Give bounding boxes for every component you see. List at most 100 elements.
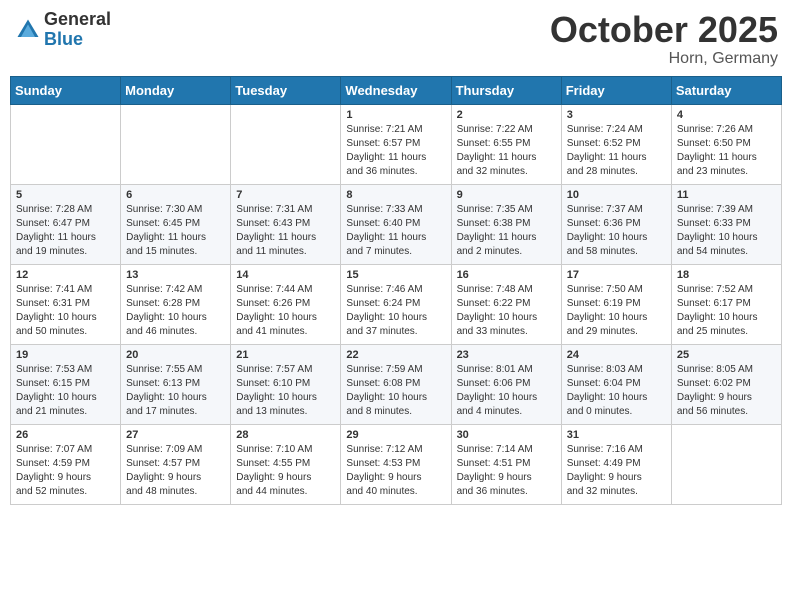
calendar-body: 1 Sunrise: 7:21 AM Sunset: 6:57 PM Daylig…: [11, 104, 782, 504]
day-number: 2: [457, 109, 556, 121]
calendar-cell: 27 Sunrise: 7:09 AM Sunset: 4:57 PM Dayli…: [121, 424, 231, 504]
logo-general-text: General: [44, 10, 111, 30]
logo: General Blue: [14, 10, 111, 50]
day-info: Sunrise: 7:37 AM Sunset: 6:36 PM Dayligh…: [567, 203, 666, 259]
day-info: Sunrise: 7:35 AM Sunset: 6:38 PM Dayligh…: [457, 203, 556, 259]
day-info: Sunrise: 8:03 AM Sunset: 6:04 PM Dayligh…: [567, 363, 666, 419]
calendar-header-wednesday: Wednesday: [341, 76, 451, 104]
calendar-cell: 24 Sunrise: 8:03 AM Sunset: 6:04 PM Dayli…: [561, 344, 671, 424]
day-number: 21: [236, 349, 335, 361]
calendar-week-row: 1 Sunrise: 7:21 AM Sunset: 6:57 PM Daylig…: [11, 104, 782, 184]
day-number: 6: [126, 189, 225, 201]
day-info: Sunrise: 7:33 AM Sunset: 6:40 PM Dayligh…: [346, 203, 445, 259]
calendar-header-friday: Friday: [561, 76, 671, 104]
logo-blue-text: Blue: [44, 30, 111, 50]
day-info: Sunrise: 7:44 AM Sunset: 6:26 PM Dayligh…: [236, 283, 335, 339]
day-number: 3: [567, 109, 666, 121]
day-number: 15: [346, 269, 445, 281]
day-number: 12: [16, 269, 115, 281]
day-info: Sunrise: 7:46 AM Sunset: 6:24 PM Dayligh…: [346, 283, 445, 339]
day-info: Sunrise: 8:01 AM Sunset: 6:06 PM Dayligh…: [457, 363, 556, 419]
calendar-cell: 5 Sunrise: 7:28 AM Sunset: 6:47 PM Daylig…: [11, 184, 121, 264]
calendar-cell: 7 Sunrise: 7:31 AM Sunset: 6:43 PM Daylig…: [231, 184, 341, 264]
calendar-header-saturday: Saturday: [671, 76, 781, 104]
calendar-cell: 18 Sunrise: 7:52 AM Sunset: 6:17 PM Dayli…: [671, 264, 781, 344]
day-info: Sunrise: 7:10 AM Sunset: 4:55 PM Dayligh…: [236, 443, 335, 499]
day-info: Sunrise: 7:42 AM Sunset: 6:28 PM Dayligh…: [126, 283, 225, 339]
day-number: 24: [567, 349, 666, 361]
day-info: Sunrise: 7:48 AM Sunset: 6:22 PM Dayligh…: [457, 283, 556, 339]
calendar-cell: 19Sunrise: 7:53 AM Sunset: 6:15 PM Dayli…: [11, 344, 121, 424]
calendar-cell: [11, 104, 121, 184]
calendar-cell: 31 Sunrise: 7:16 AM Sunset: 4:49 PM Dayli…: [561, 424, 671, 504]
calendar-week-row: 26 Sunrise: 7:07 AM Sunset: 4:59 PM Dayli…: [11, 424, 782, 504]
day-info: Sunrise: 7:12 AM Sunset: 4:53 PM Dayligh…: [346, 443, 445, 499]
calendar-cell: 25 Sunrise: 8:05 AM Sunset: 6:02 PM Dayli…: [671, 344, 781, 424]
calendar-cell: 20Sunrise: 7:55 AM Sunset: 6:13 PM Dayli…: [121, 344, 231, 424]
day-info: Sunrise: 7:39 AM Sunset: 6:33 PM Dayligh…: [677, 203, 776, 259]
calendar-cell: [121, 104, 231, 184]
calendar-table: SundayMondayTuesdayWednesdayThursdayFrid…: [10, 76, 782, 505]
calendar-cell: 1 Sunrise: 7:21 AM Sunset: 6:57 PM Daylig…: [341, 104, 451, 184]
day-info: Sunrise: 7:50 AM Sunset: 6:19 PM Dayligh…: [567, 283, 666, 339]
day-number: 8: [346, 189, 445, 201]
day-number: 30: [457, 429, 556, 441]
logo-icon: [14, 16, 42, 44]
calendar-header-tuesday: Tuesday: [231, 76, 341, 104]
day-number: 7: [236, 189, 335, 201]
calendar-cell: 9 Sunrise: 7:35 AM Sunset: 6:38 PM Daylig…: [451, 184, 561, 264]
day-number: 14: [236, 269, 335, 281]
calendar-cell: 30 Sunrise: 7:14 AM Sunset: 4:51 PM Dayli…: [451, 424, 561, 504]
calendar-cell: 10 Sunrise: 7:37 AM Sunset: 6:36 PM Dayli…: [561, 184, 671, 264]
day-number: 31: [567, 429, 666, 441]
calendar-cell: 26 Sunrise: 7:07 AM Sunset: 4:59 PM Dayli…: [11, 424, 121, 504]
day-number: 17: [567, 269, 666, 281]
calendar-cell: 28 Sunrise: 7:10 AM Sunset: 4:55 PM Dayli…: [231, 424, 341, 504]
calendar-cell: 14 Sunrise: 7:44 AM Sunset: 6:26 PM Dayli…: [231, 264, 341, 344]
day-number: 29: [346, 429, 445, 441]
day-number: 25: [677, 349, 776, 361]
day-number: 27: [126, 429, 225, 441]
day-info: Sunrise: 7:31 AM Sunset: 6:43 PM Dayligh…: [236, 203, 335, 259]
calendar-cell: [231, 104, 341, 184]
calendar-cell: 11 Sunrise: 7:39 AM Sunset: 6:33 PM Dayli…: [671, 184, 781, 264]
day-number: 10: [567, 189, 666, 201]
title-block: October 2025 Horn, Germany: [550, 10, 778, 68]
day-info: Sunrise: 7:28 AM Sunset: 6:47 PM Dayligh…: [16, 203, 115, 259]
day-number: 16: [457, 269, 556, 281]
day-number: 26: [16, 429, 115, 441]
calendar-week-row: 19Sunrise: 7:53 AM Sunset: 6:15 PM Dayli…: [11, 344, 782, 424]
calendar-cell: [671, 424, 781, 504]
calendar-header-sunday: Sunday: [11, 76, 121, 104]
calendar-cell: 23 Sunrise: 8:01 AM Sunset: 6:06 PM Dayli…: [451, 344, 561, 424]
calendar-cell: 17 Sunrise: 7:50 AM Sunset: 6:19 PM Dayli…: [561, 264, 671, 344]
calendar-cell: 22Sunrise: 7:59 AM Sunset: 6:08 PM Dayli…: [341, 344, 451, 424]
day-number: 9: [457, 189, 556, 201]
day-info: Sunrise: 7:21 AM Sunset: 6:57 PM Dayligh…: [346, 123, 445, 179]
month-title: October 2025: [550, 10, 778, 50]
day-number: 1: [346, 109, 445, 121]
day-info: Sunrise: 7:24 AM Sunset: 6:52 PM Dayligh…: [567, 123, 666, 179]
calendar-cell: 13 Sunrise: 7:42 AM Sunset: 6:28 PM Dayli…: [121, 264, 231, 344]
day-info: Sunrise: 7:14 AM Sunset: 4:51 PM Dayligh…: [457, 443, 556, 499]
calendar-cell: 12Sunrise: 7:41 AM Sunset: 6:31 PM Dayli…: [11, 264, 121, 344]
day-info: Sunrise: 7:07 AM Sunset: 4:59 PM Dayligh…: [16, 443, 115, 499]
day-info: Sunrise: 7:52 AM Sunset: 6:17 PM Dayligh…: [677, 283, 776, 339]
day-info: Sunrise: 7:59 AM Sunset: 6:08 PM Dayligh…: [346, 363, 445, 419]
calendar-cell: 29 Sunrise: 7:12 AM Sunset: 4:53 PM Dayli…: [341, 424, 451, 504]
day-number: 18: [677, 269, 776, 281]
calendar-cell: 21Sunrise: 7:57 AM Sunset: 6:10 PM Dayli…: [231, 344, 341, 424]
day-number: 13: [126, 269, 225, 281]
day-number: 28: [236, 429, 335, 441]
day-number: 5: [16, 189, 115, 201]
day-number: 11: [677, 189, 776, 201]
day-info: Sunrise: 7:16 AM Sunset: 4:49 PM Dayligh…: [567, 443, 666, 499]
calendar-header-row: SundayMondayTuesdayWednesdayThursdayFrid…: [11, 76, 782, 104]
day-number: 19: [16, 349, 115, 361]
day-info: Sunrise: 7:09 AM Sunset: 4:57 PM Dayligh…: [126, 443, 225, 499]
calendar-cell: 8 Sunrise: 7:33 AM Sunset: 6:40 PM Daylig…: [341, 184, 451, 264]
day-info: Sunrise: 8:05 AM Sunset: 6:02 PM Dayligh…: [677, 363, 776, 419]
day-number: 4: [677, 109, 776, 121]
calendar-header-monday: Monday: [121, 76, 231, 104]
day-number: 23: [457, 349, 556, 361]
